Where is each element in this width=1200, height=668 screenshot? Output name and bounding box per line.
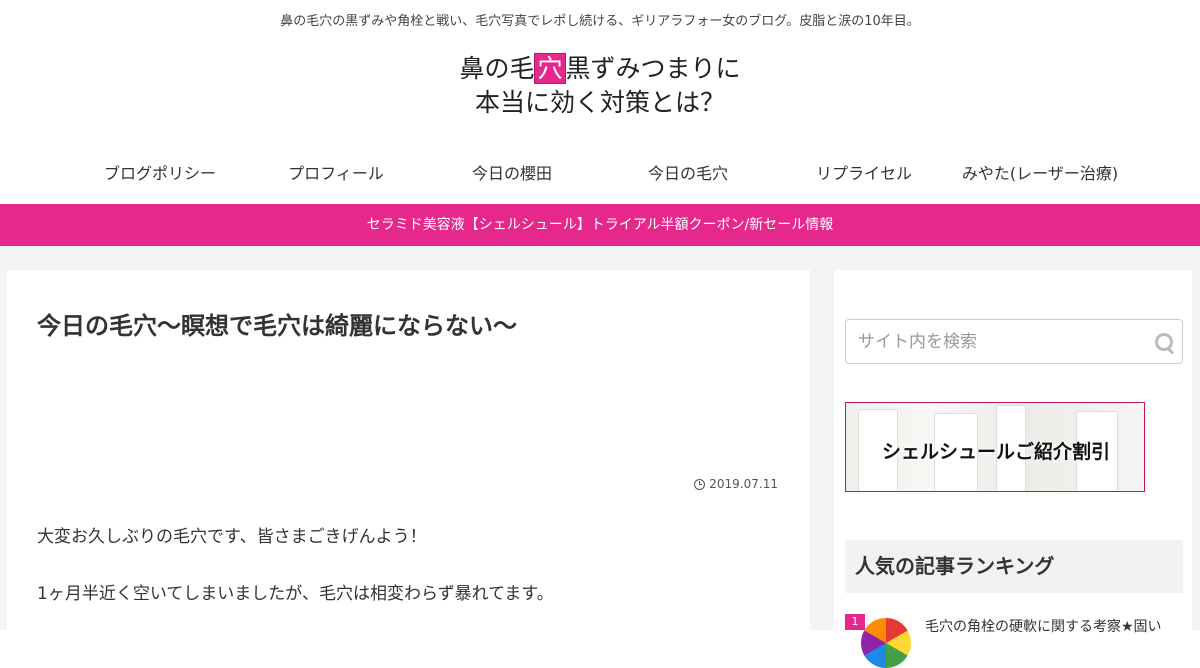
rank-badge: 1 xyxy=(845,614,865,630)
nav-item-today-sakurada[interactable]: 今日の櫻田 xyxy=(424,158,600,190)
notice-bar[interactable]: セラミド美容液【シェルシュール】トライアル半額クーポン/新セール情報 xyxy=(0,204,1200,246)
site-tagline: 鼻の毛穴の黒ずみや角栓と戦い、毛穴写真でレポし続ける、ギリアラフォー女のブログ。… xyxy=(280,14,920,29)
site-title-line2: 本当に効く対策とは？ xyxy=(474,88,725,117)
article-title: 今日の毛穴〜瞑想で毛穴は綺麗にならない〜 xyxy=(37,312,517,340)
main-nav: ブログポリシー プロフィール 今日の櫻田 今日の毛穴 リプライセル みやた(レー… xyxy=(72,158,1128,190)
nav-item-miyata[interactable]: みやた(レーザー治療) xyxy=(952,158,1128,190)
promo-banner[interactable]: シェルシュールご紹介割引 xyxy=(845,402,1145,492)
post-date: 2019.07.11 xyxy=(694,477,778,491)
ranking-item[interactable]: 1 毛穴の角栓の硬軟に関する考察★固い xyxy=(845,614,1183,668)
search-box xyxy=(845,319,1183,364)
ranking-item-title[interactable]: 毛穴の角栓の硬軟に関する考察★固い xyxy=(925,616,1183,636)
site-title-highlight: 穴 xyxy=(534,53,566,84)
search-input[interactable] xyxy=(846,320,1148,363)
site-title-pre: 鼻の毛 xyxy=(459,54,535,83)
nav-item-today-pores[interactable]: 今日の毛穴 xyxy=(600,158,776,190)
sidebar: シェルシュールご紹介割引 人気の記事ランキング 1 毛穴の角栓の硬軟に関する考察… xyxy=(834,270,1192,668)
clock-icon xyxy=(694,478,706,490)
site-title-line1: 鼻の毛穴黒ずみつまりに xyxy=(0,52,1200,86)
site-title[interactable]: 鼻の毛穴黒ずみつまりに 本当に効く対策とは？ xyxy=(0,52,1200,120)
search-icon[interactable] xyxy=(1148,319,1182,364)
article-card: 今日の毛穴〜瞑想で毛穴は綺麗にならない〜 2019.07.11 大変お久しぶりの… xyxy=(7,270,810,630)
article-paragraph: 1ヶ月半近く空いてしまいましたが、毛穴は相変わらず暴れてます。 xyxy=(37,584,554,604)
ranking-thumbnail[interactable] xyxy=(861,618,911,668)
post-date-text: 2019.07.11 xyxy=(709,477,778,491)
ranking-heading: 人気の記事ランキング xyxy=(845,540,1183,593)
nav-item-profile[interactable]: プロフィール xyxy=(248,158,424,190)
article-paragraph: 大変お久しぶりの毛穴です、皆さまごきげんよう！ xyxy=(37,527,427,547)
site-title-post: 黒ずみつまりに xyxy=(565,54,741,83)
nav-item-reprisel[interactable]: リプライセル xyxy=(776,158,952,190)
nav-item-blog-policy[interactable]: ブログポリシー xyxy=(72,158,248,190)
banner-text: シェルシュールご紹介割引 xyxy=(881,441,1110,463)
